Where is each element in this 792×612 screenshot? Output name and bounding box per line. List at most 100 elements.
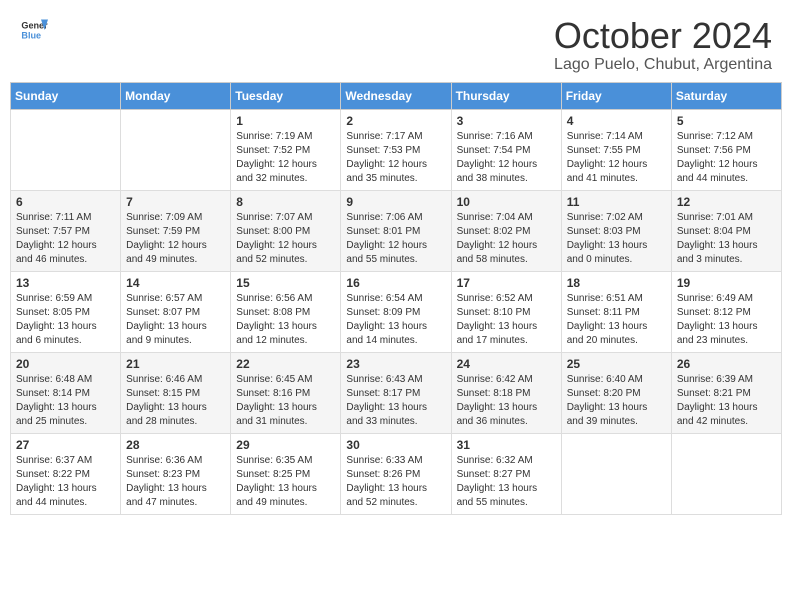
day-info: Sunrise: 6:59 AMSunset: 8:05 PMDaylight:… xyxy=(16,292,115,348)
day-info: Sunrise: 7:14 AMSunset: 7:55 PMDaylight:… xyxy=(567,130,666,186)
day-info: Sunrise: 6:33 AMSunset: 8:26 PMDaylight:… xyxy=(346,454,445,510)
day-number: 5 xyxy=(677,114,776,128)
day-info: Sunrise: 7:16 AMSunset: 7:54 PMDaylight:… xyxy=(457,130,556,186)
day-info: Sunrise: 7:12 AMSunset: 7:56 PMDaylight:… xyxy=(677,130,776,186)
day-number: 19 xyxy=(677,276,776,290)
calendar-cell: 30 Sunrise: 6:33 AMSunset: 8:26 PMDayligh… xyxy=(341,433,451,514)
day-info: Sunrise: 7:19 AMSunset: 7:52 PMDaylight:… xyxy=(236,130,335,186)
logo: General Blue xyxy=(20,16,48,44)
calendar-cell: 23 Sunrise: 6:43 AMSunset: 8:17 PMDayligh… xyxy=(341,352,451,433)
calendar-cell: 6 Sunrise: 7:11 AMSunset: 7:57 PMDaylight… xyxy=(11,190,121,271)
calendar-cell: 26 Sunrise: 6:39 AMSunset: 8:21 PMDayligh… xyxy=(671,352,781,433)
day-info: Sunrise: 6:37 AMSunset: 8:22 PMDaylight:… xyxy=(16,454,115,510)
day-info: Sunrise: 7:17 AMSunset: 7:53 PMDaylight:… xyxy=(346,130,445,186)
day-info: Sunrise: 6:48 AMSunset: 8:14 PMDaylight:… xyxy=(16,373,115,429)
col-friday: Friday xyxy=(561,82,671,109)
day-number: 14 xyxy=(126,276,225,290)
day-info: Sunrise: 7:02 AMSunset: 8:03 PMDaylight:… xyxy=(567,211,666,267)
month-year-title: October 2024 xyxy=(554,16,772,56)
calendar-cell: 20 Sunrise: 6:48 AMSunset: 8:14 PMDayligh… xyxy=(11,352,121,433)
calendar-cell: 14 Sunrise: 6:57 AMSunset: 8:07 PMDayligh… xyxy=(121,271,231,352)
calendar-cell xyxy=(671,433,781,514)
page-header: General Blue October 2024 Lago Puelo, Ch… xyxy=(0,0,792,82)
col-monday: Monday xyxy=(121,82,231,109)
day-info: Sunrise: 6:43 AMSunset: 8:17 PMDaylight:… xyxy=(346,373,445,429)
day-number: 12 xyxy=(677,195,776,209)
calendar-cell: 25 Sunrise: 6:40 AMSunset: 8:20 PMDayligh… xyxy=(561,352,671,433)
calendar-cell: 9Sunrise: 7:06 AMSunset: 8:01 PMDaylight… xyxy=(341,190,451,271)
calendar-cell: 15 Sunrise: 6:56 AMSunset: 8:08 PMDayligh… xyxy=(231,271,341,352)
day-number: 25 xyxy=(567,357,666,371)
day-number: 13 xyxy=(16,276,115,290)
calendar-cell: 21 Sunrise: 6:46 AMSunset: 8:15 PMDayligh… xyxy=(121,352,231,433)
title-section: October 2024 Lago Puelo, Chubut, Argenti… xyxy=(554,16,772,74)
day-number: 11 xyxy=(567,195,666,209)
day-number: 23 xyxy=(346,357,445,371)
day-info: Sunrise: 6:36 AMSunset: 8:23 PMDaylight:… xyxy=(126,454,225,510)
calendar-cell: 5 Sunrise: 7:12 AMSunset: 7:56 PMDaylight… xyxy=(671,109,781,190)
day-number: 21 xyxy=(126,357,225,371)
calendar-cell: 3 Sunrise: 7:16 AMSunset: 7:54 PMDaylight… xyxy=(451,109,561,190)
day-number: 6 xyxy=(16,195,115,209)
day-info: Sunrise: 6:57 AMSunset: 8:07 PMDaylight:… xyxy=(126,292,225,348)
calendar-cell xyxy=(11,109,121,190)
day-info: Sunrise: 6:46 AMSunset: 8:15 PMDaylight:… xyxy=(126,373,225,429)
calendar-cell: 8 Sunrise: 7:07 AMSunset: 8:00 PMDaylight… xyxy=(231,190,341,271)
day-info: Sunrise: 7:01 AMSunset: 8:04 PMDaylight:… xyxy=(677,211,776,267)
day-number: 3 xyxy=(457,114,556,128)
day-info: Sunrise: 6:45 AMSunset: 8:16 PMDaylight:… xyxy=(236,373,335,429)
calendar-cell: 22 Sunrise: 6:45 AMSunset: 8:16 PMDayligh… xyxy=(231,352,341,433)
col-tuesday: Tuesday xyxy=(231,82,341,109)
calendar-cell xyxy=(561,433,671,514)
day-info: Sunrise: 6:42 AMSunset: 8:18 PMDaylight:… xyxy=(457,373,556,429)
day-info: Sunrise: 6:39 AMSunset: 8:21 PMDaylight:… xyxy=(677,373,776,429)
day-info: Sunrise: 6:49 AMSunset: 8:12 PMDaylight:… xyxy=(677,292,776,348)
day-number: 7 xyxy=(126,195,225,209)
calendar-cell: 12 Sunrise: 7:01 AMSunset: 8:04 PMDayligh… xyxy=(671,190,781,271)
day-number: 27 xyxy=(16,438,115,452)
day-number: 31 xyxy=(457,438,556,452)
day-number: 26 xyxy=(677,357,776,371)
calendar-week-1: 1 Sunrise: 7:19 AMSunset: 7:52 PMDaylight… xyxy=(11,109,782,190)
header-row: Sunday Monday Tuesday Wednesday Thursday… xyxy=(11,82,782,109)
calendar-cell: 18Sunrise: 6:51 AMSunset: 8:11 PMDayligh… xyxy=(561,271,671,352)
location-subtitle: Lago Puelo, Chubut, Argentina xyxy=(554,56,772,74)
calendar-cell: 1 Sunrise: 7:19 AMSunset: 7:52 PMDaylight… xyxy=(231,109,341,190)
day-number: 20 xyxy=(16,357,115,371)
calendar-wrapper: Sunday Monday Tuesday Wednesday Thursday… xyxy=(0,82,792,525)
day-number: 22 xyxy=(236,357,335,371)
calendar-week-5: 27 Sunrise: 6:37 AMSunset: 8:22 PMDayligh… xyxy=(11,433,782,514)
calendar-week-3: 13 Sunrise: 6:59 AMSunset: 8:05 PMDayligh… xyxy=(11,271,782,352)
day-number: 30 xyxy=(346,438,445,452)
calendar-cell: 13 Sunrise: 6:59 AMSunset: 8:05 PMDayligh… xyxy=(11,271,121,352)
day-number: 29 xyxy=(236,438,335,452)
calendar-cell: 31 Sunrise: 6:32 AMSunset: 8:27 PMDayligh… xyxy=(451,433,561,514)
calendar-body: 1 Sunrise: 7:19 AMSunset: 7:52 PMDaylight… xyxy=(11,109,782,514)
day-number: 15 xyxy=(236,276,335,290)
calendar-header: Sunday Monday Tuesday Wednesday Thursday… xyxy=(11,82,782,109)
day-number: 10 xyxy=(457,195,556,209)
day-info: Sunrise: 6:52 AMSunset: 8:10 PMDaylight:… xyxy=(457,292,556,348)
col-saturday: Saturday xyxy=(671,82,781,109)
day-number: 24 xyxy=(457,357,556,371)
day-info: Sunrise: 6:40 AMSunset: 8:20 PMDaylight:… xyxy=(567,373,666,429)
calendar-cell: 7Sunrise: 7:09 AMSunset: 7:59 PMDaylight… xyxy=(121,190,231,271)
day-info: Sunrise: 7:04 AMSunset: 8:02 PMDaylight:… xyxy=(457,211,556,267)
calendar-cell: 4Sunrise: 7:14 AMSunset: 7:55 PMDaylight… xyxy=(561,109,671,190)
calendar-cell: 19 Sunrise: 6:49 AMSunset: 8:12 PMDayligh… xyxy=(671,271,781,352)
day-number: 9 xyxy=(346,195,445,209)
calendar-cell: 11 Sunrise: 7:02 AMSunset: 8:03 PMDayligh… xyxy=(561,190,671,271)
day-info: Sunrise: 7:11 AMSunset: 7:57 PMDaylight:… xyxy=(16,211,115,267)
day-number: 8 xyxy=(236,195,335,209)
day-info: Sunrise: 6:56 AMSunset: 8:08 PMDaylight:… xyxy=(236,292,335,348)
calendar-cell: 24 Sunrise: 6:42 AMSunset: 8:18 PMDayligh… xyxy=(451,352,561,433)
calendar-week-4: 20 Sunrise: 6:48 AMSunset: 8:14 PMDayligh… xyxy=(11,352,782,433)
day-number: 16 xyxy=(346,276,445,290)
col-sunday: Sunday xyxy=(11,82,121,109)
day-info: Sunrise: 7:07 AMSunset: 8:00 PMDaylight:… xyxy=(236,211,335,267)
day-number: 1 xyxy=(236,114,335,128)
svg-text:Blue: Blue xyxy=(21,30,41,40)
day-info: Sunrise: 6:32 AMSunset: 8:27 PMDaylight:… xyxy=(457,454,556,510)
day-info: Sunrise: 6:54 AMSunset: 8:09 PMDaylight:… xyxy=(346,292,445,348)
col-wednesday: Wednesday xyxy=(341,82,451,109)
